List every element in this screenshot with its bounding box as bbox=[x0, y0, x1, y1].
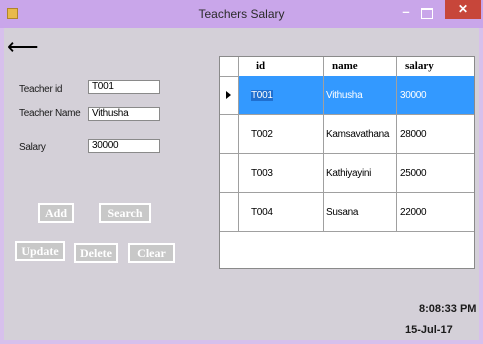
close-button[interactable]: ✕ bbox=[445, 0, 481, 19]
table-row[interactable]: T001 Vithusha 30000 bbox=[220, 76, 474, 115]
column-header-id[interactable]: id bbox=[256, 60, 265, 72]
add-button[interactable]: Add bbox=[38, 203, 74, 223]
update-button[interactable]: Update bbox=[15, 241, 65, 261]
clock-date: 15-Jul-17 bbox=[405, 324, 453, 336]
cell-id[interactable]: T004 bbox=[251, 207, 273, 218]
app-window: Teachers Salary – ✕ ⟵ Teacher id T001 Te… bbox=[0, 0, 483, 344]
cell-name[interactable]: Vithusha bbox=[326, 90, 363, 101]
teacher-name-label: Teacher Name bbox=[19, 108, 81, 119]
column-divider bbox=[396, 57, 397, 232]
clear-button[interactable]: Clear bbox=[128, 243, 175, 263]
table-row[interactable]: T002 Kamsavathana 28000 bbox=[220, 115, 474, 154]
table-row[interactable]: T003 Kathiyayini 25000 bbox=[220, 154, 474, 193]
maximize-button[interactable] bbox=[421, 8, 433, 19]
cell-id[interactable]: T002 bbox=[251, 129, 273, 140]
teacher-id-input[interactable]: T001 bbox=[88, 80, 160, 94]
cell-name[interactable]: Kamsavathana bbox=[326, 129, 389, 140]
delete-button[interactable]: Delete bbox=[74, 243, 118, 263]
grid-header-row: id name salary bbox=[220, 57, 474, 77]
current-row-indicator-icon bbox=[226, 91, 231, 99]
table-row[interactable]: T004 Susana 22000 bbox=[220, 193, 474, 232]
cell-salary[interactable]: 22000 bbox=[400, 207, 427, 218]
cell-salary[interactable]: 25000 bbox=[400, 168, 427, 179]
cell-salary[interactable]: 28000 bbox=[400, 129, 427, 140]
teachers-data-grid[interactable]: id name salary T001 Vithusha 30000 T002 … bbox=[219, 56, 475, 269]
row-header-divider bbox=[238, 57, 239, 232]
cell-id[interactable]: T001 bbox=[251, 90, 273, 101]
salary-input[interactable]: 30000 bbox=[88, 139, 160, 153]
cell-name[interactable]: Kathiyayini bbox=[326, 168, 371, 179]
cell-salary[interactable]: 30000 bbox=[400, 90, 427, 101]
search-button[interactable]: Search bbox=[99, 203, 151, 223]
clock-time: 8:08:33 PM bbox=[419, 303, 477, 315]
column-divider bbox=[323, 57, 324, 232]
column-header-name[interactable]: name bbox=[332, 60, 358, 72]
minimize-button[interactable]: – bbox=[398, 5, 414, 20]
back-arrow-icon[interactable]: ⟵ bbox=[7, 36, 39, 58]
cell-name[interactable]: Susana bbox=[326, 207, 358, 218]
title-bar[interactable]: Teachers Salary – ✕ bbox=[0, 0, 483, 28]
cell-id[interactable]: T003 bbox=[251, 168, 273, 179]
column-header-salary[interactable]: salary bbox=[405, 60, 434, 72]
salary-label: Salary bbox=[19, 142, 46, 153]
teacher-name-input[interactable]: Vithusha bbox=[88, 107, 160, 121]
teacher-id-label: Teacher id bbox=[19, 84, 63, 95]
